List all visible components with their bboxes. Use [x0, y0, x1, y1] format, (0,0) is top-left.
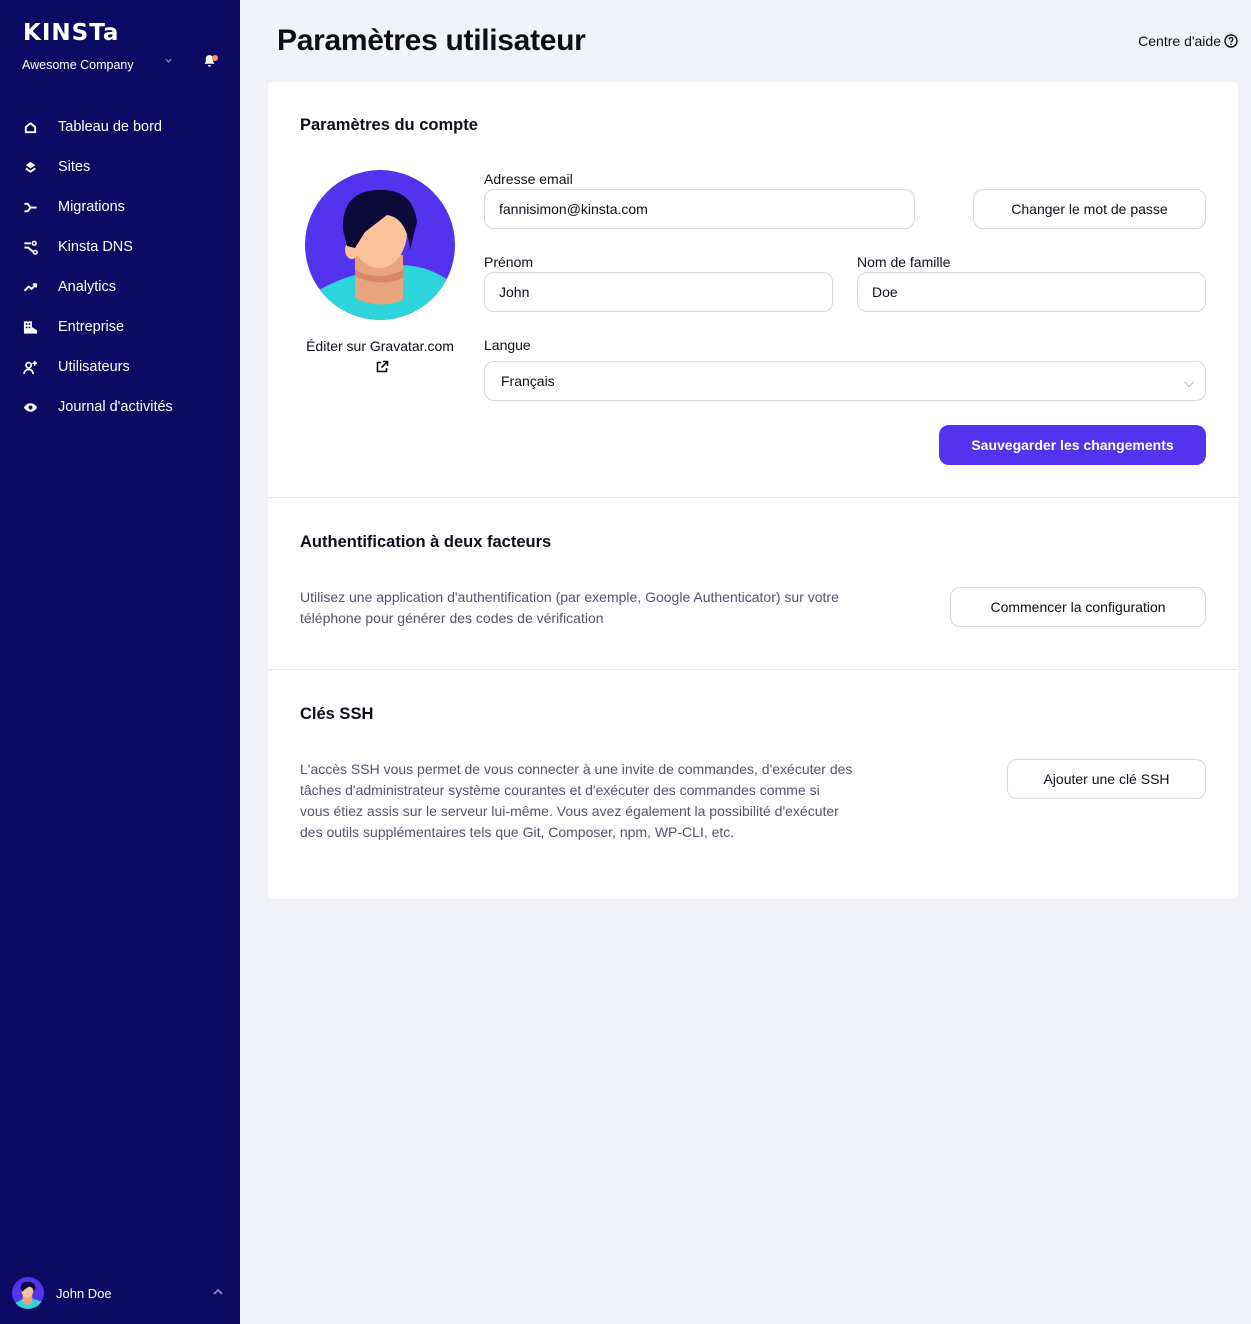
edit-gravatar-link[interactable]: Éditer sur Gravatar.com	[292, 338, 468, 354]
sidebar-item-label: Entreprise	[58, 319, 125, 335]
page-title: Paramètres utilisateur	[277, 24, 586, 57]
description-line: Utilisez une application d'authentificat…	[300, 589, 839, 605]
kinsta-logo[interactable]: KINSTa	[23, 20, 119, 46]
chevron-down-icon	[1183, 376, 1195, 388]
sidebar-item-journal[interactable]: Journal d'activités	[0, 387, 240, 427]
language-select-value: Français	[501, 373, 555, 389]
add-ssh-key-button[interactable]: Ajouter une clé SSH	[1007, 759, 1206, 799]
add-user-icon	[22, 359, 38, 375]
sidebar-item-label: Sites	[58, 159, 91, 175]
save-changes-button[interactable]: Sauvegarder les changements	[939, 425, 1206, 465]
sidebar-item-label: Kinsta DNS	[58, 239, 133, 255]
language-select[interactable]: Français	[484, 361, 1206, 401]
help-circle-icon	[1224, 34, 1238, 48]
sidebar-item-label: Analytics	[58, 279, 117, 295]
first-name-field[interactable]	[484, 272, 833, 312]
section-title: Authentification à deux facteurs	[300, 533, 552, 551]
eye-icon	[22, 399, 38, 415]
sidebar-item-label: Utilisateurs	[58, 359, 130, 375]
notification-badge	[212, 55, 218, 61]
section-title: Clés SSH	[300, 705, 374, 723]
user-menu[interactable]: John Doe	[12, 1277, 228, 1309]
language-label: Langue	[484, 337, 531, 353]
profile-avatar	[305, 170, 455, 320]
sidebar: KINSTa Awesome Company Tableau de bord S…	[0, 0, 240, 1324]
migrations-icon	[22, 199, 38, 215]
company-name: Awesome Company	[22, 58, 134, 72]
two-factor-description: Utilisez une application d'authentificat…	[300, 587, 839, 629]
start-2fa-setup-button[interactable]: Commencer la configuration	[950, 587, 1206, 627]
description-line: téléphone pour générer des codes de véri…	[300, 610, 604, 626]
change-password-button[interactable]: Changer le mot de passe	[973, 189, 1206, 229]
ssh-keys-section: Clés SSH L'accès SSH vous permet de vous…	[268, 670, 1238, 899]
user-name: John Doe	[56, 1285, 112, 1301]
last-name-field[interactable]	[857, 272, 1206, 312]
sidebar-item-label: Journal d'activités	[58, 399, 173, 415]
avatar	[12, 1277, 44, 1309]
last-name-label: Nom de famille	[857, 254, 951, 270]
section-title: Paramètres du compte	[300, 116, 478, 134]
settings-card: Paramètres du compte Éditer sur Gravatar…	[268, 82, 1238, 899]
help-center-label: Centre d'aide	[1138, 33, 1221, 49]
account-settings-section: Paramètres du compte Éditer sur Gravatar…	[268, 82, 1238, 497]
chevron-down-icon	[164, 56, 173, 68]
sidebar-item-label: Tableau de bord	[58, 119, 162, 135]
first-name-label: Prénom	[484, 254, 534, 270]
analytics-icon	[22, 279, 38, 295]
help-center-link[interactable]: Centre d'aide	[1138, 33, 1238, 49]
dns-icon	[22, 239, 38, 255]
email-field[interactable]	[484, 189, 915, 229]
sidebar-item-migrations[interactable]: Migrations	[0, 187, 240, 227]
description-line: vous étiez assis sur le serveur lui-même…	[300, 803, 839, 819]
description-line: des outils supplémentaires tels que Git,…	[300, 824, 735, 840]
ssh-description: L'accès SSH vous permet de vous connecte…	[300, 759, 852, 843]
description-line: L'accès SSH vous permet de vous connecte…	[300, 761, 853, 777]
home-icon	[22, 119, 38, 135]
sidebar-item-sites[interactable]: Sites	[0, 147, 240, 187]
sidebar-item-analytics[interactable]: Analytics	[0, 267, 240, 307]
building-icon	[22, 319, 38, 335]
sidebar-item-label: Migrations	[58, 199, 125, 215]
sidebar-item-utilisateurs[interactable]: Utilisateurs	[0, 347, 240, 387]
company-switcher[interactable]: Awesome Company	[22, 55, 222, 74]
sidebar-nav: Tableau de bord Sites Migrations Kinsta …	[0, 107, 240, 427]
two-factor-section: Authentification à deux facteurs Utilise…	[268, 498, 1238, 669]
chevron-up-icon	[212, 1285, 224, 1297]
layers-icon	[22, 159, 38, 175]
external-link-icon[interactable]	[375, 360, 389, 374]
sidebar-item-dashboard[interactable]: Tableau de bord	[0, 107, 240, 147]
sidebar-item-entreprise[interactable]: Entreprise	[0, 307, 240, 347]
sidebar-item-kinsta-dns[interactable]: Kinsta DNS	[0, 227, 240, 267]
email-label: Adresse email	[484, 171, 573, 187]
description-line: tâches d'administrateur système courante…	[300, 782, 820, 798]
